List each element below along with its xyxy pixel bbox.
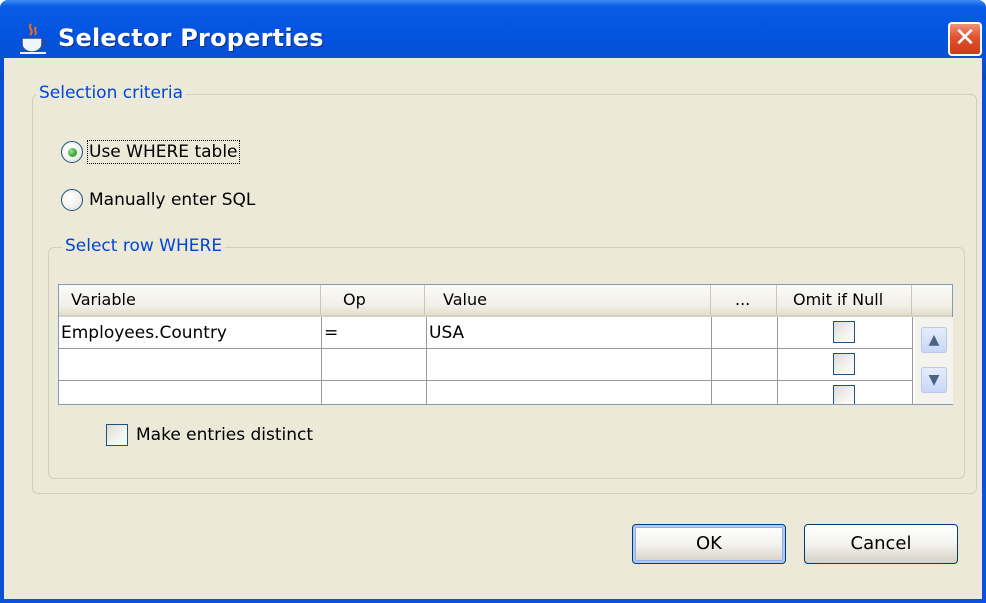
table-cell-op[interactable] xyxy=(322,349,427,381)
omit-if-null-checkbox[interactable] xyxy=(833,321,855,343)
where-table: Variable Op Value ... Omit if Null Emplo… xyxy=(58,284,953,405)
table-header: Variable Op Value ... Omit if Null xyxy=(59,285,952,317)
table-cell-omit-if-null xyxy=(778,349,913,381)
table-cell-omit-if-null xyxy=(778,381,913,404)
make-distinct-label[interactable]: Make entries distinct xyxy=(136,425,313,445)
table-cell-dots[interactable] xyxy=(712,381,778,404)
column-header-omit-if-null[interactable]: Omit if Null xyxy=(777,285,912,315)
table-cell-value[interactable]: USA xyxy=(427,317,712,349)
table-scrollbar[interactable]: ▲ ▼ xyxy=(915,317,953,404)
table-cell-dots[interactable] xyxy=(712,317,778,349)
make-distinct-row[interactable]: Make entries distinct xyxy=(106,424,313,446)
manual-sql-radio[interactable] xyxy=(61,189,83,211)
selection-criteria-label: Selection criteria xyxy=(36,83,187,103)
ok-button[interactable]: OK xyxy=(632,524,786,564)
omit-if-null-checkbox[interactable] xyxy=(833,353,855,375)
column-header-op[interactable]: Op xyxy=(321,285,425,315)
column-header-variable[interactable]: Variable xyxy=(59,285,321,315)
use-where-label[interactable]: Use WHERE table xyxy=(87,140,240,164)
table-cell-value[interactable] xyxy=(427,349,712,381)
dialog-window: Selector Properties ✕ Selection criteria… xyxy=(0,0,986,603)
column-header-value[interactable]: Value xyxy=(425,285,711,315)
manual-sql-radio-row[interactable]: Manually enter SQL xyxy=(61,187,255,213)
chevron-up-icon[interactable]: ▲ xyxy=(921,327,947,353)
table-cell-variable[interactable] xyxy=(59,381,322,404)
column-header-dots[interactable]: ... xyxy=(711,285,777,315)
select-row-where-label: Select row WHERE xyxy=(62,236,226,256)
java-coffee-cup-icon xyxy=(20,23,47,54)
close-button[interactable]: ✕ xyxy=(948,22,982,56)
use-where-radio[interactable] xyxy=(61,141,83,163)
table-cell-op[interactable] xyxy=(322,381,427,404)
table-cell-variable[interactable] xyxy=(59,349,322,381)
table-cell-value[interactable] xyxy=(427,381,712,404)
chevron-down-icon[interactable]: ▼ xyxy=(921,367,947,393)
window-title: Selector Properties xyxy=(58,24,324,52)
manual-sql-label[interactable]: Manually enter SQL xyxy=(89,190,255,210)
cancel-button[interactable]: Cancel xyxy=(804,524,958,564)
table-cell-op[interactable]: = xyxy=(322,317,427,349)
table-cell-dots[interactable] xyxy=(712,349,778,381)
make-distinct-checkbox[interactable] xyxy=(106,424,128,446)
table-cell-omit-if-null xyxy=(778,317,913,349)
use-where-radio-row[interactable]: Use WHERE table xyxy=(61,139,240,165)
dialog-content: Selection criteria Use WHERE table Manua… xyxy=(4,58,982,599)
table-cell-variable[interactable]: Employees.Country xyxy=(59,317,322,349)
omit-if-null-checkbox[interactable] xyxy=(833,385,855,404)
